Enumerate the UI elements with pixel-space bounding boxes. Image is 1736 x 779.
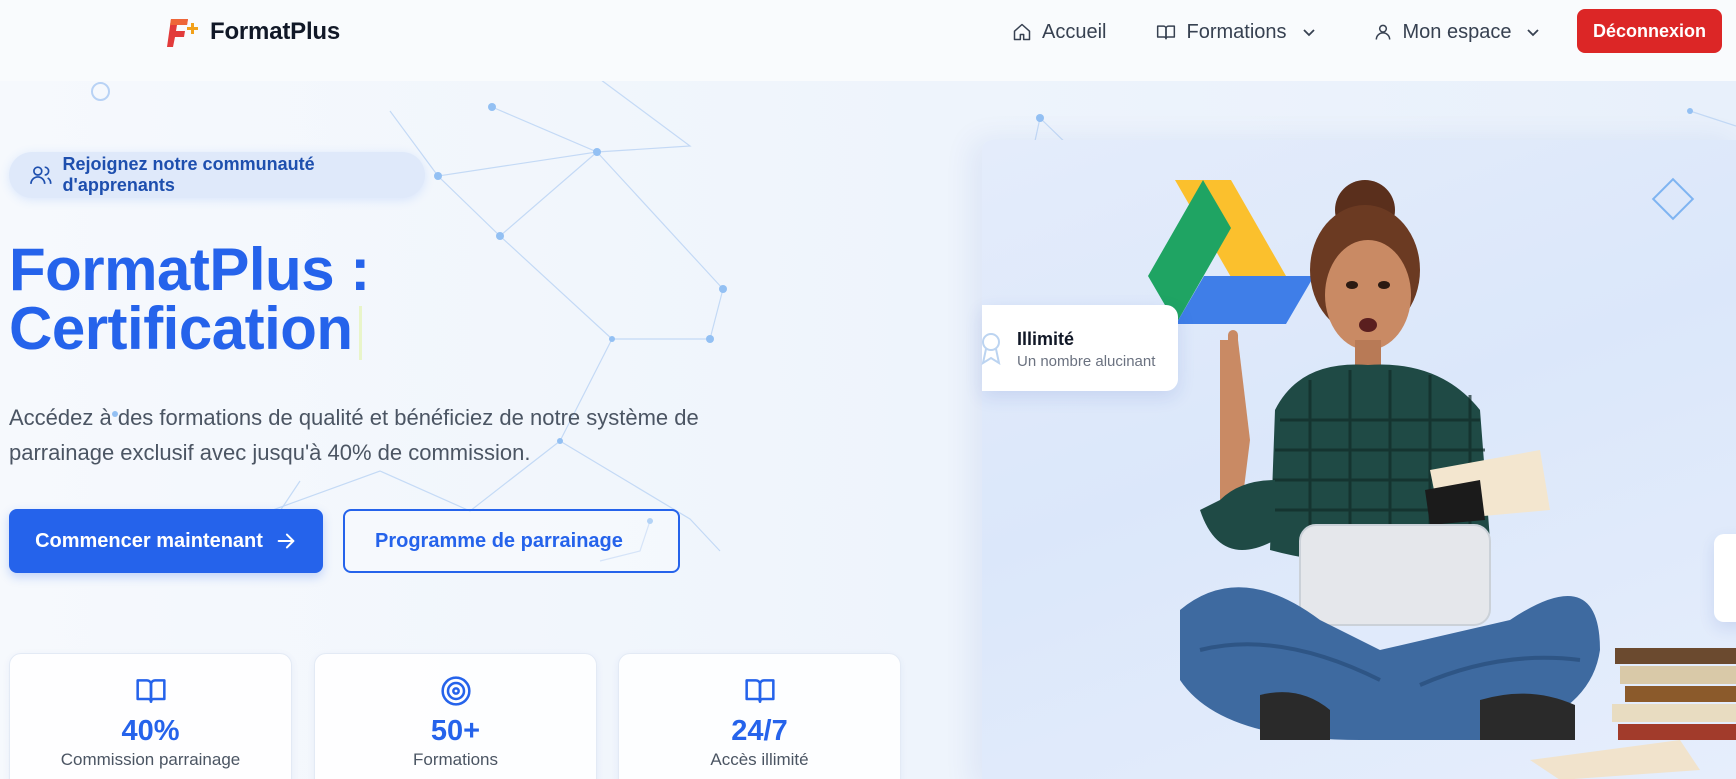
ring-decoration [91, 82, 110, 101]
nav-mon-espace-label: Mon espace [1402, 20, 1512, 43]
chevron-down-icon [1527, 29, 1540, 37]
stat-value: 24/7 [731, 715, 788, 747]
hero-title: FormatPlus : Certification [9, 240, 370, 362]
stat-label: Commission parrainage [60, 750, 241, 769]
nav-accueil-label: Accueil [1042, 20, 1107, 43]
logout-button[interactable]: Déconnexion [1577, 9, 1722, 53]
book-icon [1157, 25, 1176, 40]
referral-program-button[interactable]: Programme de parrainage [343, 509, 680, 573]
target-icon [440, 676, 471, 706]
edge-floating-card [1714, 534, 1736, 622]
brand-logo-icon [167, 19, 198, 47]
top-navbar: FormatPlus Accueil Formations Mon espace… [0, 0, 1736, 81]
arrow-right-icon [277, 533, 295, 549]
stat-value: 50+ [430, 715, 481, 747]
stat-label: Accès illimité [710, 750, 809, 769]
chevron-down-icon [1302, 29, 1315, 37]
users-icon [30, 166, 52, 184]
book-open-icon [744, 679, 775, 703]
brand[interactable]: FormatPlus [164, 15, 340, 49]
stat-label: Formations [412, 750, 499, 769]
start-now-button[interactable]: Commencer maintenant [9, 509, 323, 573]
nav-accueil[interactable]: Accueil [1012, 18, 1106, 46]
unlimited-card-subtitle: Un nombre alucinant [1017, 353, 1156, 370]
stat-card-access: 24/7 Accès illimité [618, 653, 901, 779]
student-photo [1180, 180, 1736, 779]
nav-formations-label: Formations [1186, 20, 1287, 43]
hero-title-line1: FormatPlus : [9, 236, 370, 303]
home-icon [1013, 23, 1031, 41]
text-caret [358, 306, 362, 361]
nav-mon-espace[interactable]: Mon espace [1373, 18, 1542, 46]
stat-card-commission: 40% Commission parrainage [9, 653, 292, 779]
unlimited-card: Illimité Un nombre alucinant [981, 305, 1178, 391]
nav-formations[interactable]: Formations [1156, 18, 1316, 46]
community-badge-text: Rejoignez notre communauté d'apprenants [62, 154, 315, 195]
referral-program-label: Programme de parrainage [375, 529, 623, 552]
brand-name: FormatPlus [210, 18, 341, 45]
start-now-label: Commencer maintenant [35, 529, 263, 552]
stat-value: 40% [121, 715, 180, 747]
user-icon [1375, 24, 1390, 40]
hero-title-line2: Certification [9, 295, 353, 362]
nav-menu: Accueil Formations Mon espace [1012, 18, 1541, 46]
book-open-icon [135, 679, 166, 703]
stat-card-formations: 50+ Formations [314, 653, 597, 779]
community-badge: Rejoignez notre communauté d'apprenants [9, 152, 425, 198]
unlimited-card-title: Illimité [1017, 329, 1075, 349]
award-icon [981, 333, 1001, 365]
hero-description: Accédez à des formations de qualité et b… [9, 405, 699, 465]
